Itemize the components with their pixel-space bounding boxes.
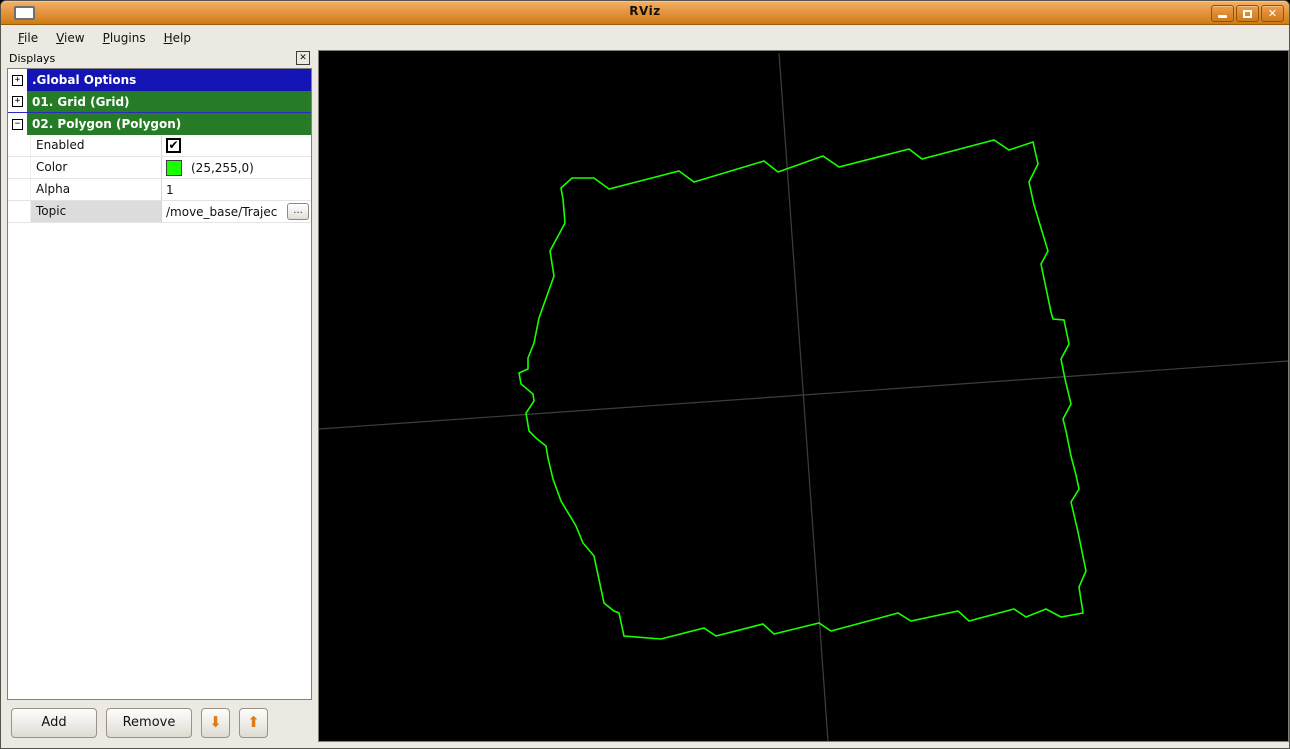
displays-footer: Add Remove ⬇ ⬆ (7, 702, 312, 742)
alpha-value[interactable]: 1 (166, 183, 174, 197)
property-row-enabled: Enabled ✔ (8, 135, 311, 157)
color-swatch[interactable] (166, 159, 182, 176)
arrow-down-icon: ⬇ (209, 713, 222, 731)
expand-icon[interactable]: + (12, 96, 23, 107)
tree-row-label: 01. Grid (Grid) (27, 91, 311, 112)
menu-file[interactable]: File (9, 28, 47, 48)
maximize-button[interactable] (1236, 5, 1259, 22)
topic-value[interactable]: /move_base/Trajec (166, 205, 286, 219)
add-button[interactable]: Add (11, 708, 97, 738)
collapse-icon[interactable]: − (12, 118, 23, 130)
minimize-icon (1218, 15, 1227, 18)
menu-bar: File View Plugins Help (1, 26, 1289, 49)
color-value: (25,255,0) (191, 160, 254, 175)
remove-button[interactable]: Remove (106, 708, 192, 738)
close-icon: ✕ (1267, 7, 1278, 20)
tree-row-label: 02. Polygon (Polygon) (27, 113, 311, 135)
tree-row-grid[interactable]: + 01. Grid (Grid) (8, 91, 311, 113)
property-label: Alpha (31, 179, 162, 200)
enabled-checkbox[interactable]: ✔ (166, 138, 181, 153)
menu-plugins[interactable]: Plugins (94, 28, 155, 48)
expand-icon[interactable]: + (12, 74, 23, 86)
close-button[interactable]: ✕ (1261, 5, 1284, 22)
property-row-topic: Topic /move_base/Trajec ... (8, 201, 311, 223)
displays-panel: Displays ✕ + .Global Options + 01. Grid … (7, 50, 312, 742)
render-viewport[interactable] (318, 50, 1289, 742)
displays-panel-titlebar[interactable]: Displays ✕ (7, 50, 312, 68)
window-title: RViz (629, 4, 661, 18)
property-row-color: Color (25,255,0) (8, 157, 311, 179)
displays-tree: + .Global Options + 01. Grid (Grid) − 02… (7, 68, 312, 700)
topic-browse-button[interactable]: ... (287, 203, 309, 220)
maximize-icon (1243, 10, 1252, 18)
render-canvas[interactable] (319, 51, 1288, 741)
minimize-button[interactable] (1211, 5, 1234, 22)
panel-close-icon[interactable]: ✕ (296, 51, 310, 65)
menu-help[interactable]: Help (155, 28, 200, 48)
arrow-up-icon: ⬆ (247, 713, 260, 731)
property-label: Color (31, 157, 162, 178)
property-row-alpha: Alpha 1 (8, 179, 311, 201)
title-bar[interactable]: RViz ✕ (1, 1, 1289, 25)
move-down-button[interactable]: ⬇ (201, 708, 230, 738)
displays-panel-title: Displays (9, 52, 56, 65)
tree-row-global-options[interactable]: + .Global Options (8, 69, 311, 91)
menu-view[interactable]: View (47, 28, 93, 48)
grid-line (319, 360, 1288, 430)
tree-row-polygon[interactable]: − 02. Polygon (Polygon) (8, 113, 311, 135)
property-label: Topic (31, 201, 162, 222)
rviz-window: RViz ✕ File View Plugins Help Displays ✕… (0, 0, 1290, 749)
tree-row-label: .Global Options (27, 69, 311, 91)
move-up-button[interactable]: ⬆ (239, 708, 268, 738)
property-label: Enabled (31, 135, 162, 156)
